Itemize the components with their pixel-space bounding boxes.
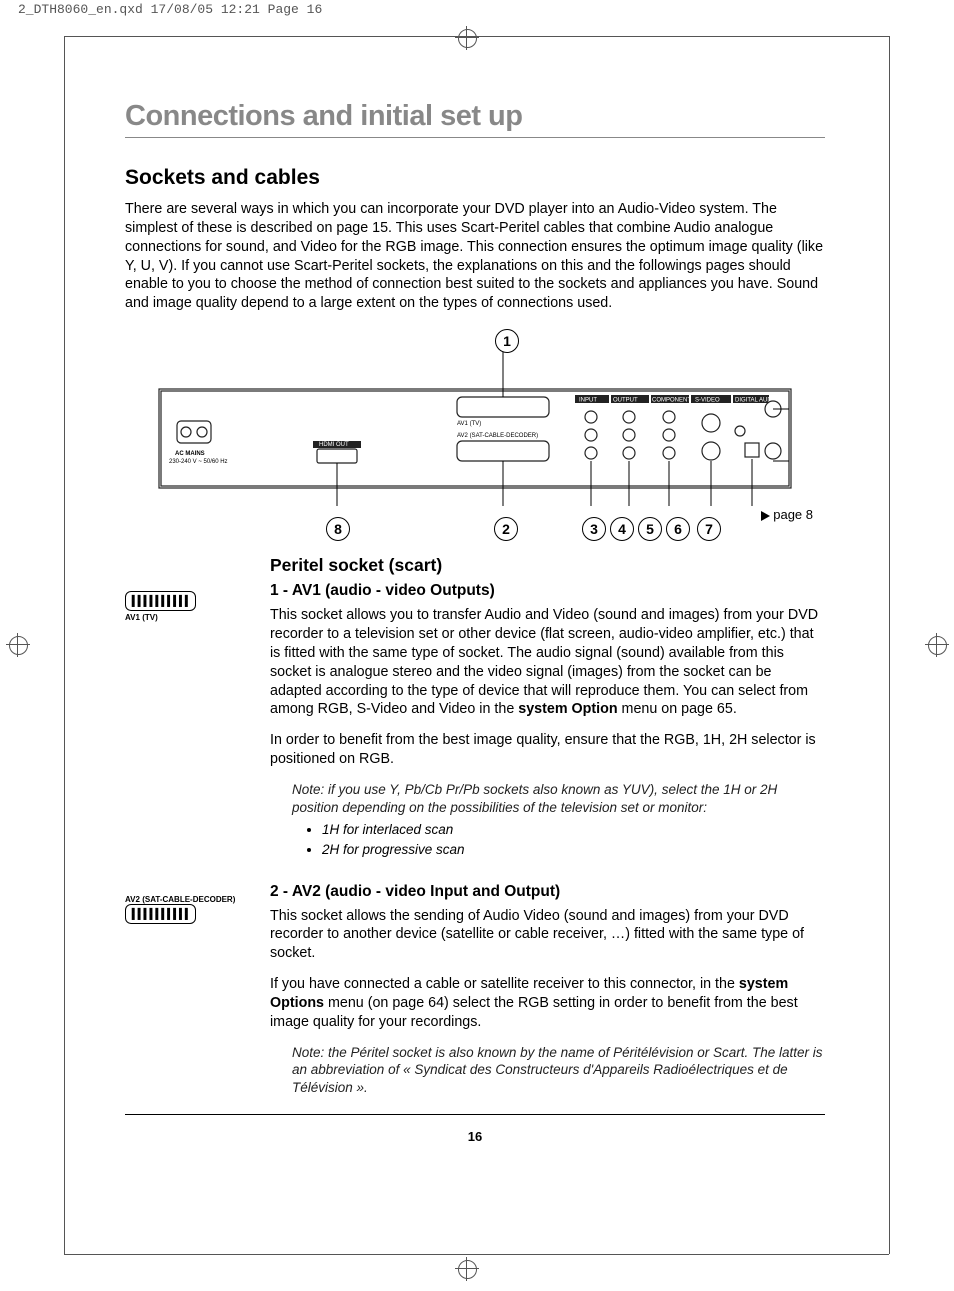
svg-text:AV1 (TV): AV1 (TV) — [457, 421, 481, 427]
av1-icon: ▮▮▮▮▮▮▮▮▮▮▮▮▮▮▮▮▮▮▮▮ AV1 (TV) — [125, 555, 270, 872]
crop-line — [64, 36, 889, 37]
svg-text:AV2 (SAT-CABLE-DECODER): AV2 (SAT-CABLE-DECODER) — [457, 433, 538, 439]
svg-text:COMPONENT: COMPONENT — [652, 398, 691, 404]
footer-rule — [125, 1114, 825, 1115]
print-header: 2_DTH8060_en.qxd 17/08/05 12:21 Page 16 — [18, 2, 322, 17]
crop-line — [64, 1254, 889, 1255]
page-number: 16 — [125, 1129, 825, 1144]
intro-paragraph: There are several ways in which you can … — [125, 200, 825, 313]
registration-mark-right — [925, 633, 949, 657]
registration-mark-left — [6, 633, 30, 657]
peritel-heading: Peritel socket (scart) — [270, 555, 825, 576]
title-rule — [125, 137, 825, 138]
av2-setup: If you have connected a cable or satelli… — [270, 975, 825, 1032]
callout-6: 6 — [666, 517, 690, 541]
callout-2: 2 — [494, 517, 518, 541]
rear-panel-diagram: AC MAINS 230-240 V ~ 50/60 Hz HDMI OUT A… — [125, 331, 825, 531]
svg-text:S-VIDEO: S-VIDEO — [695, 398, 720, 404]
registration-mark-bottom — [455, 1257, 479, 1281]
av2-note: Note: the Péritel socket is also known b… — [292, 1044, 825, 1097]
av2-icon-label: AV2 (SAT-CABLE-DECODER) — [125, 895, 270, 904]
av2-heading: 2 - AV2 (audio - video Input and Output) — [270, 883, 825, 901]
callout-3: 3 — [582, 517, 606, 541]
svg-text:230-240 V ~ 50/60 Hz: 230-240 V ~ 50/60 Hz — [169, 459, 228, 465]
section-heading: Sockets and cables — [125, 166, 825, 190]
callout-7: 7 — [697, 517, 721, 541]
bullet-1h: 1H for interlaced scan — [322, 820, 825, 840]
svg-text:AC MAINS: AC MAINS — [175, 451, 205, 457]
av2-description: This socket allows the sending of Audio … — [270, 907, 825, 964]
diagram-svg: AC MAINS 230-240 V ~ 50/60 Hz HDMI OUT A… — [155, 331, 795, 531]
svg-text:OUTPUT: OUTPUT — [613, 398, 638, 404]
av1-rgb-note: In order to benefit from the best image … — [270, 731, 825, 769]
callout-8: 8 — [326, 517, 350, 541]
page-content: Connections and initial set up Sockets a… — [125, 100, 825, 1144]
av1-heading: 1 - AV1 (audio - video Outputs) — [270, 582, 825, 600]
av1-icon-label: AV1 (TV) — [125, 613, 270, 622]
registration-mark-top — [455, 26, 479, 50]
av1-description: This socket allows you to transfer Audio… — [270, 606, 825, 719]
callout-4: 4 — [610, 517, 634, 541]
av1-yuv-note: Note: if you use Y, Pb/Cb Pr/Pb sockets … — [292, 781, 825, 816]
bullet-2h: 2H for progressive scan — [322, 840, 825, 860]
crop-line — [64, 36, 65, 1254]
crop-line — [889, 36, 890, 1254]
page-8-ref: page 8 — [761, 507, 813, 522]
callout-1: 1 — [495, 329, 519, 353]
svg-text:INPUT: INPUT — [579, 398, 597, 404]
svg-text:HDMI OUT: HDMI OUT — [319, 442, 349, 448]
callout-5: 5 — [638, 517, 662, 541]
page-title: Connections and initial set up — [125, 100, 825, 133]
av2-icon: AV2 (SAT-CABLE-DECODER) ▮▮▮▮▮▮▮▮▮▮▮▮▮▮▮▮… — [125, 883, 270, 1101]
